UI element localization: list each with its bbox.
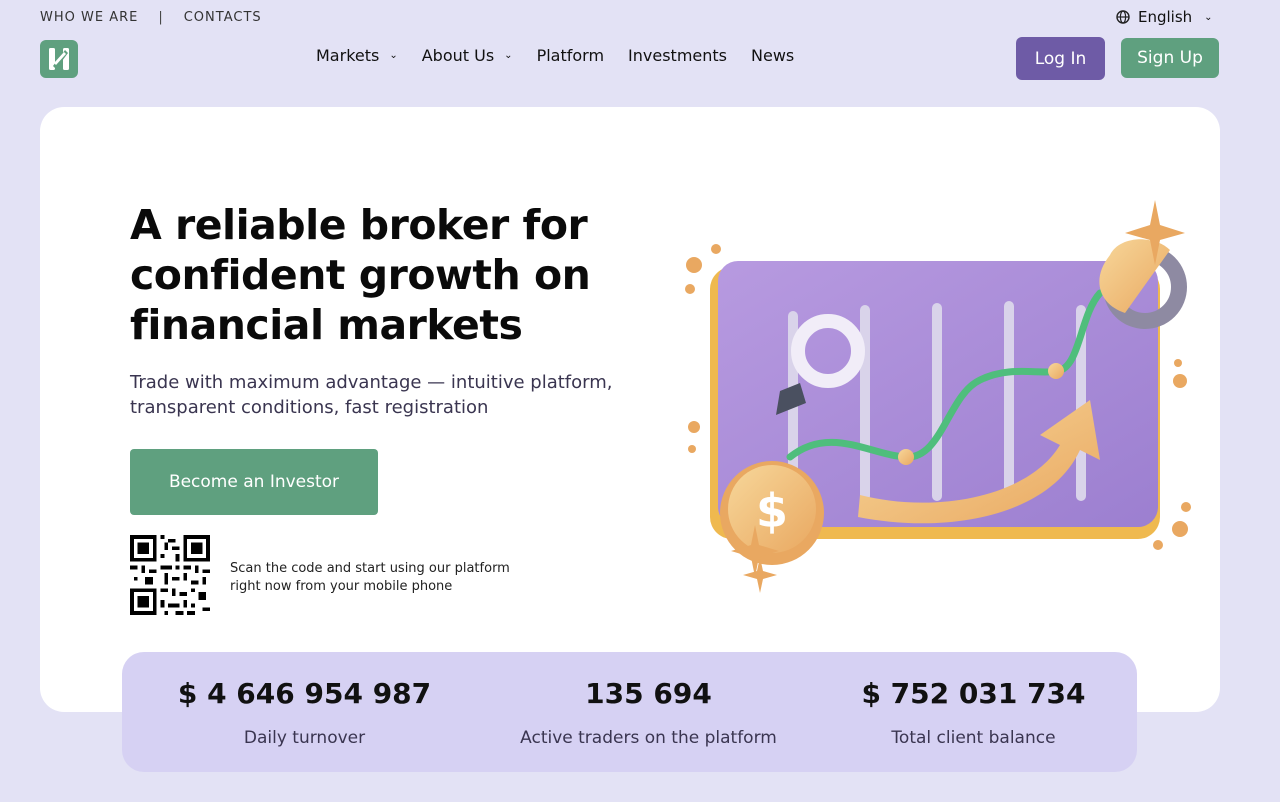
- hero-subtitle: Trade with maximum advantage — intuitive…: [130, 372, 613, 418]
- contacts-link[interactable]: CONTACTS: [184, 10, 262, 25]
- login-button[interactable]: Log In: [1016, 37, 1105, 80]
- nav-item-label: News: [751, 46, 795, 65]
- logo[interactable]: [40, 40, 78, 78]
- stat-label: Active traders on the platform: [520, 728, 777, 748]
- become-investor-button[interactable]: Become an Investor: [130, 449, 378, 515]
- top-bar: WHO WE ARE | CONTACTS English ⌄: [0, 0, 1280, 34]
- stat-value: $ 4 646 954 987: [177, 677, 432, 710]
- stat-active-traders: 135 694 Active traders on the platform: [496, 676, 801, 748]
- top-links-separator: |: [158, 10, 164, 25]
- language-selector[interactable]: English ⌄: [1116, 8, 1213, 26]
- dollar-sign-icon: $: [756, 484, 788, 538]
- chevron-down-icon: ⌄: [389, 50, 398, 61]
- signup-button[interactable]: Sign Up: [1121, 38, 1219, 78]
- stat-value: 135 694: [585, 677, 712, 710]
- stats-bar: $ 4 646 954 987 Daily turnover 135 694 A…: [122, 652, 1137, 772]
- nav-item-label: Platform: [536, 46, 605, 65]
- qr-code-icon: [130, 535, 210, 615]
- stat-value: $ 752 031 734: [861, 677, 1086, 710]
- nav-item-markets[interactable]: Markets ⌄: [316, 46, 398, 65]
- logo-mark-icon: [49, 48, 69, 70]
- hero-headline: A reliable broker for confident growth o…: [130, 201, 591, 349]
- growth-chart-illustration: $: [685, 200, 1191, 593]
- nav-item-investments[interactable]: Investments: [628, 46, 727, 65]
- nav-item-platform[interactable]: Platform: [537, 46, 604, 65]
- nav-item-label: Investments: [628, 46, 728, 65]
- chevron-down-icon: ⌄: [504, 50, 513, 61]
- stat-daily-turnover: $ 4 646 954 987 Daily turnover: [152, 676, 457, 748]
- language-label: English: [1138, 8, 1193, 26]
- stat-label: Total client balance: [891, 728, 1056, 748]
- qr-caption: Scan the code and start using our platfo…: [230, 561, 510, 594]
- stat-label: Daily turnover: [243, 728, 366, 748]
- nav-item-label: Markets: [316, 46, 380, 65]
- who-we-are-link[interactable]: WHO WE ARE: [40, 10, 138, 25]
- nav-item-news[interactable]: News: [751, 46, 794, 65]
- globe-icon: [1116, 10, 1130, 24]
- nav-item-about-us[interactable]: About Us ⌄: [422, 46, 513, 65]
- top-links: WHO WE ARE | CONTACTS: [40, 10, 262, 25]
- nav-item-label: About Us: [421, 46, 495, 65]
- stat-total-balance: $ 752 031 734 Total client balance: [821, 676, 1126, 748]
- chevron-down-icon: ⌄: [1204, 11, 1213, 23]
- main-nav: Markets ⌄ About Us ⌄ Platform Investment…: [316, 46, 818, 65]
